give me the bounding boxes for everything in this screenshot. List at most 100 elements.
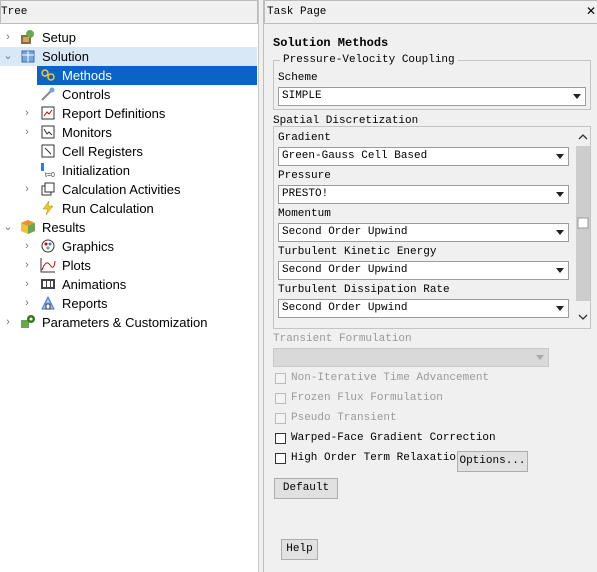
tree-header: Tree bbox=[0, 0, 258, 24]
turbulent-kinetic-energy-dropdown[interactable]: Second Order Upwind bbox=[278, 261, 569, 280]
tree-item-label: Controls bbox=[62, 87, 111, 102]
options-button[interactable]: Options... bbox=[457, 451, 528, 472]
tree-item-graphics[interactable]: › Graphics bbox=[0, 237, 257, 256]
expand-chevron-icon[interactable]: › bbox=[2, 28, 14, 47]
plots-icon bbox=[40, 258, 56, 273]
task-page-header: Task Page bbox=[264, 0, 597, 24]
graphics-icon bbox=[41, 239, 55, 253]
methods-icon bbox=[41, 69, 55, 81]
non-iterative-label: Non-Iterative Time Advancement bbox=[291, 372, 490, 384]
tree-item-label: Monitors bbox=[62, 125, 112, 140]
tree-item-run-calculation[interactable]: Run Calculation bbox=[0, 199, 257, 218]
tree-item-controls[interactable]: Controls bbox=[0, 85, 257, 104]
tree-item-label: Setup bbox=[42, 30, 76, 45]
pressure-dropdown[interactable]: PRESTO! bbox=[278, 185, 569, 204]
tree-item-report-definitions[interactable]: › Report Definitions bbox=[0, 104, 257, 123]
momentum-dropdown[interactable]: Second Order Upwind bbox=[278, 223, 569, 242]
cell-registers-icon bbox=[41, 144, 55, 158]
scheme-dropdown[interactable]: SIMPLE bbox=[278, 87, 586, 106]
high-order-relaxation-label: High Order Term Relaxation bbox=[291, 452, 463, 464]
frozen-flux-checkbox[interactable] bbox=[275, 393, 286, 404]
pressure-value: PRESTO! bbox=[282, 188, 329, 200]
scheme-value: SIMPLE bbox=[282, 90, 322, 102]
tree-item-label: Cell Registers bbox=[62, 144, 143, 159]
tree-item-label: Results bbox=[42, 220, 86, 235]
pressure-label: Pressure bbox=[278, 170, 331, 182]
expand-chevron-icon[interactable]: › bbox=[21, 237, 33, 256]
spatial-discretization-scrollbar[interactable] bbox=[576, 128, 590, 325]
initialization-icon: t=0 bbox=[41, 163, 55, 178]
tke-value: Second Order Upwind bbox=[282, 264, 408, 276]
solution-icon bbox=[21, 50, 35, 63]
tree-item-label: Solution bbox=[42, 49, 89, 64]
gradient-dropdown[interactable]: Green-Gauss Cell Based bbox=[278, 147, 569, 166]
turbulent-dissipation-rate-label: Turbulent Dissipation Rate bbox=[278, 284, 450, 296]
tree-item-label: Reports bbox=[62, 296, 108, 311]
tdr-value: Second Order Upwind bbox=[282, 302, 408, 314]
expand-chevron-icon[interactable]: › bbox=[2, 313, 14, 332]
collapse-chevron-icon[interactable]: ⌄ bbox=[2, 47, 14, 66]
expand-chevron-icon[interactable]: › bbox=[21, 294, 33, 313]
expand-chevron-icon[interactable]: › bbox=[21, 256, 33, 275]
scroll-down-arrow-icon bbox=[578, 314, 588, 320]
tree-item-parameters-customization[interactable]: › Parameters & Customization bbox=[0, 313, 257, 332]
scroll-up-arrow-icon bbox=[578, 134, 588, 140]
tree-item-label: Parameters & Customization bbox=[42, 315, 208, 330]
tree-item-results[interactable]: ⌄ Results bbox=[0, 218, 257, 237]
tree-item-solution[interactable]: ⌄ Solution bbox=[0, 47, 257, 66]
gradient-value: Green-Gauss Cell Based bbox=[282, 150, 428, 162]
results-icon bbox=[21, 220, 35, 234]
tree-item-cell-registers[interactable]: Cell Registers bbox=[0, 142, 257, 161]
tree-item-setup[interactable]: › Setup bbox=[0, 28, 257, 47]
turbulent-dissipation-rate-dropdown[interactable]: Second Order Upwind bbox=[278, 299, 569, 318]
pseudo-transient-label: Pseudo Transient bbox=[291, 412, 397, 424]
collapse-chevron-icon[interactable]: ⌄ bbox=[2, 218, 14, 237]
task-page-header-label: Task Page bbox=[267, 6, 327, 18]
non-iterative-checkbox[interactable] bbox=[275, 373, 286, 384]
high-order-relaxation-checkbox[interactable] bbox=[275, 453, 286, 464]
controls-icon bbox=[41, 87, 55, 101]
warped-face-gradient-checkbox[interactable] bbox=[275, 433, 286, 444]
tree-item-plots[interactable]: › Plots bbox=[0, 256, 257, 275]
expand-chevron-icon[interactable]: › bbox=[21, 123, 33, 142]
parameters-icon bbox=[21, 315, 35, 328]
monitors-icon bbox=[41, 125, 55, 139]
transient-formulation-label: Transient Formulation bbox=[273, 333, 412, 345]
frozen-flux-label: Frozen Flux Formulation bbox=[291, 392, 443, 404]
dropdown-arrow-icon bbox=[556, 268, 564, 273]
calculation-activities-icon bbox=[41, 182, 55, 196]
tree-item-methods[interactable]: Methods bbox=[37, 66, 257, 85]
page-title: Solution Methods bbox=[273, 36, 389, 50]
scrollbar-graphic bbox=[576, 134, 590, 320]
momentum-value: Second Order Upwind bbox=[282, 226, 408, 238]
pressure-velocity-coupling-label: Pressure-Velocity Coupling bbox=[280, 54, 458, 66]
pseudo-transient-checkbox[interactable] bbox=[275, 413, 286, 424]
expand-chevron-icon[interactable]: › bbox=[21, 104, 33, 123]
dropdown-arrow-icon bbox=[556, 192, 564, 197]
default-button[interactable]: Default bbox=[274, 478, 338, 499]
tree-item-label: Graphics bbox=[62, 239, 115, 254]
tree-item-calculation-activities[interactable]: › Calculation Activities bbox=[0, 180, 257, 199]
tree-item-label: Animations bbox=[62, 277, 127, 292]
close-icon[interactable]: ✕ bbox=[586, 4, 596, 18]
dropdown-arrow-icon bbox=[556, 306, 564, 311]
warped-face-gradient-label: Warped-Face Gradient Correction bbox=[291, 432, 496, 444]
tree-header-label: Tree bbox=[1, 6, 28, 18]
dropdown-arrow-icon bbox=[556, 154, 564, 159]
momentum-label: Momentum bbox=[278, 208, 331, 220]
run-calculation-icon bbox=[42, 200, 54, 216]
help-button[interactable]: Help bbox=[281, 539, 318, 560]
expand-chevron-icon[interactable]: › bbox=[21, 275, 33, 294]
dropdown-arrow-icon bbox=[573, 94, 581, 99]
report-definitions-icon bbox=[41, 106, 55, 120]
tree-item-monitors[interactable]: › Monitors bbox=[0, 123, 257, 142]
gradient-label: Gradient bbox=[278, 132, 331, 144]
tree-item-initialization[interactable]: t=0 Initialization bbox=[0, 161, 257, 180]
outline-tree-panel: Tree › Setup ⌄ Solution Methods Controls… bbox=[0, 0, 259, 572]
tree-item-label: Calculation Activities bbox=[62, 182, 181, 197]
scheme-label: Scheme bbox=[278, 72, 318, 84]
tree-item-animations[interactable]: › Animations bbox=[0, 275, 257, 294]
tree-item-reports[interactable]: › Reports bbox=[0, 294, 257, 313]
expand-chevron-icon[interactable]: › bbox=[21, 180, 33, 199]
transient-formulation-dropdown[interactable] bbox=[273, 348, 549, 367]
